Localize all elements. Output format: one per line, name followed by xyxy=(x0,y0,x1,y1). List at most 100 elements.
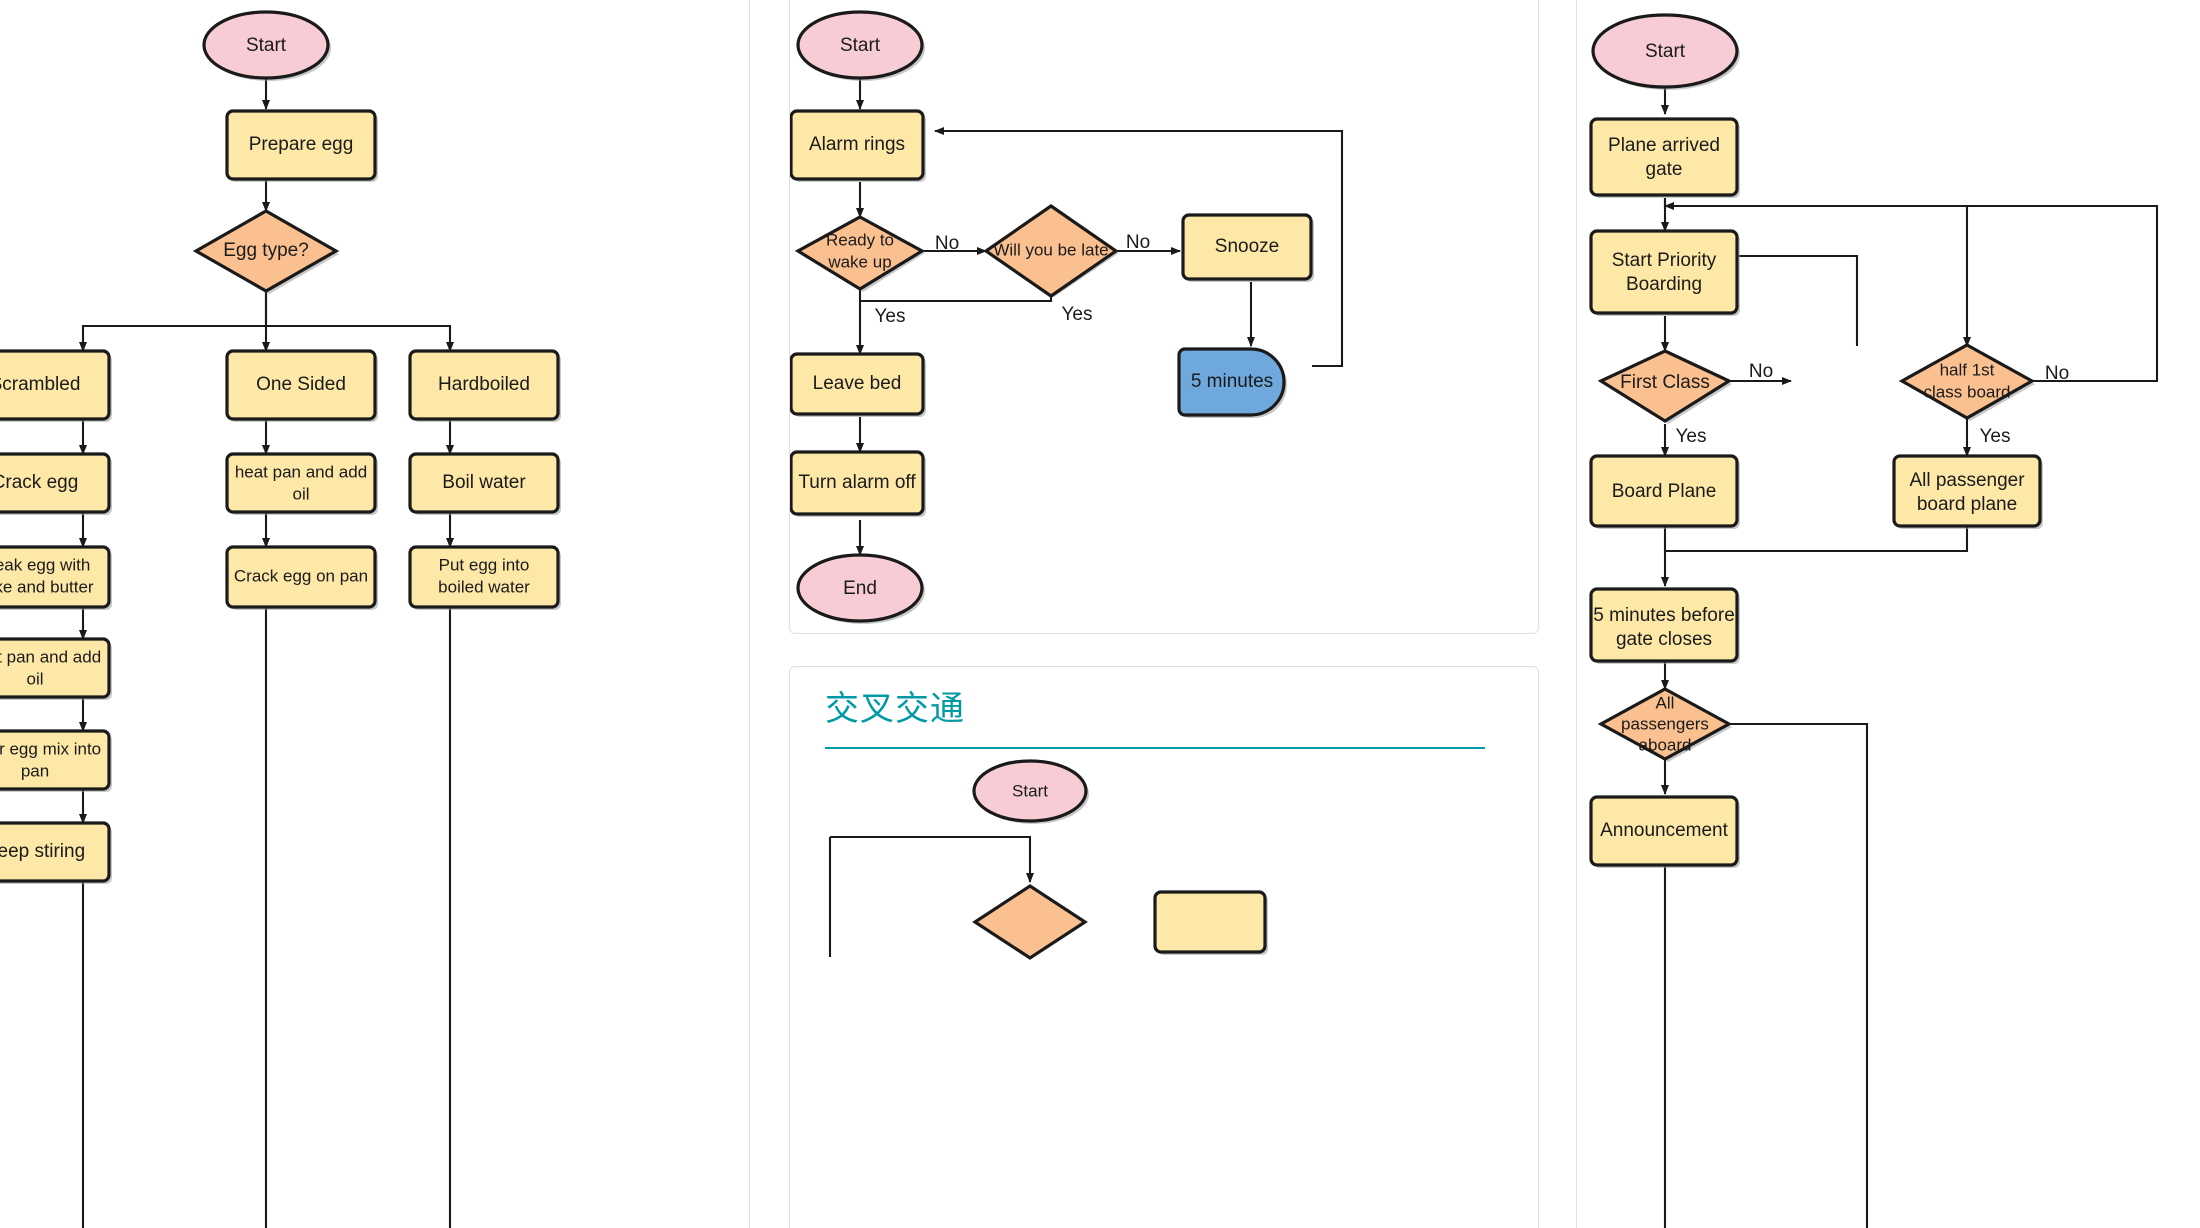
node-label: Alarm rings xyxy=(809,134,905,155)
node-label-line1: All passenger xyxy=(1909,470,2025,491)
edge-label-first-class-no: No xyxy=(1749,361,1773,382)
node-end[interactable]: End xyxy=(796,553,925,624)
node-label-line2: wake up xyxy=(827,252,891,271)
node-plane-arrived-gate[interactable]: Plane arrived gate xyxy=(1589,117,1740,198)
node-start[interactable]: Start xyxy=(972,759,1089,824)
node-5-minutes-before-gate-closes[interactable]: 5 minutes before gate closes xyxy=(1589,587,1740,664)
node-break-egg-mike-butter[interactable]: break egg with mike and butter xyxy=(0,545,112,610)
node-will-you-be-late-decision[interactable]: Will you be late xyxy=(983,204,1119,298)
wake-up-alarm-flowchart: Start Alarm rings Ready to wake up No Ye… xyxy=(790,10,1344,624)
node-egg-type-decision[interactable]: Egg type? xyxy=(192,209,340,294)
node-label-line2: gate xyxy=(1646,159,1683,180)
node-label-line1: 5 minutes before xyxy=(1593,605,1735,626)
node-keep-stiring[interactable]: Keep stiring xyxy=(0,821,112,884)
node-label: Prepare egg xyxy=(249,134,354,155)
node-label: Scrambled xyxy=(0,374,80,395)
node-label-line2: oil xyxy=(292,484,309,503)
edge-label-half-class-yes: Yes xyxy=(1980,426,2011,447)
edge-label-half-class-no: No xyxy=(2045,363,2069,384)
node-label: Crack egg on pan xyxy=(234,566,368,585)
flowchart-board: Start Prepare egg Egg type? Scrambled xyxy=(0,0,2200,1228)
node-all-passengers-aboard-decision[interactable]: All passengers aboard xyxy=(1597,687,1733,762)
node-label-line3: aboard xyxy=(1639,735,1692,754)
node-process-partial xyxy=(1153,890,1268,955)
node-heat-pan-add-oil-b[interactable]: heat pan and add oil xyxy=(0,637,112,700)
node-board-plane[interactable]: Board Plane xyxy=(1589,454,1740,529)
node-label-line1: All xyxy=(1656,693,1675,712)
node-ready-to-wake-up-decision[interactable]: Ready to wake up xyxy=(794,215,926,292)
crossing-card[interactable]: 交叉交通 Start xyxy=(789,666,1539,1228)
node-crack-egg[interactable]: Crack egg xyxy=(0,452,112,515)
node-decision-partial xyxy=(972,884,1088,960)
node-label: Announcement xyxy=(1600,820,1729,841)
node-label-line2: board plane xyxy=(1917,494,2017,515)
node-start-priority-boarding[interactable]: Start Priority Boarding xyxy=(1589,229,1740,316)
node-label-line2: class board xyxy=(1924,382,2011,401)
node-scrambled[interactable]: Scrambled xyxy=(0,349,112,422)
node-label: Boil water xyxy=(442,472,526,493)
node-label-line1: Ready to xyxy=(826,230,894,249)
edge-label-yes: Yes xyxy=(875,306,906,327)
node-label: Start xyxy=(1012,781,1048,800)
node-all-passenger-board-plane[interactable]: All passenger board plane xyxy=(1892,454,2043,529)
node-half-first-class-board-decision[interactable]: half 1st class board xyxy=(1898,343,2036,421)
node-label: Crack egg xyxy=(0,472,78,493)
node-label: Hardboiled xyxy=(438,374,530,395)
cross-traffic-flowchart: Start xyxy=(828,759,1268,960)
node-label-line2: passengers xyxy=(1621,714,1709,733)
node-label: Leave bed xyxy=(813,373,902,394)
node-label-line1: heat pan and add xyxy=(0,647,101,666)
edge-label-yes-2: Yes xyxy=(1062,304,1093,325)
node-one-sided[interactable]: One Sided xyxy=(225,349,378,422)
node-label: Board Plane xyxy=(1612,481,1717,502)
node-label-line1: Put egg into xyxy=(439,555,530,574)
node-label: 5 minutes xyxy=(1191,371,1273,392)
edge-label-first-class-yes: Yes xyxy=(1676,426,1707,447)
node-label: End xyxy=(843,578,877,599)
node-label: Keep stiring xyxy=(0,841,85,862)
node-put-egg-boiled-water[interactable]: Put egg into boiled water xyxy=(408,545,561,610)
node-label-line1: half 1st xyxy=(1940,360,1995,379)
node-label: Will you be late xyxy=(993,240,1108,259)
node-pour-egg-mix[interactable]: Pour egg mix into pan xyxy=(0,729,112,792)
node-label: Snooze xyxy=(1215,236,1279,257)
node-label-line1: heat pan and add xyxy=(235,462,367,481)
node-start[interactable]: Start xyxy=(1591,13,1740,90)
node-turn-alarm-off[interactable]: Turn alarm off xyxy=(790,450,926,517)
node-label: Egg type? xyxy=(223,240,309,261)
node-label: Start xyxy=(246,35,287,56)
node-label: Start xyxy=(1645,41,1686,62)
node-label: Turn alarm off xyxy=(798,472,916,493)
node-first-class-decision[interactable]: First Class xyxy=(1597,349,1733,424)
node-label-line2: boiled water xyxy=(438,577,530,596)
node-start[interactable]: Start xyxy=(202,10,331,81)
node-label: First Class xyxy=(1620,372,1710,393)
node-label-line2: mike and butter xyxy=(0,577,94,596)
node-snooze[interactable]: Snooze xyxy=(1181,213,1314,282)
node-label: One Sided xyxy=(256,374,346,395)
node-alarm-rings[interactable]: Alarm rings xyxy=(790,109,926,182)
node-leave-bed[interactable]: Leave bed xyxy=(790,352,926,417)
egg-card[interactable]: Start Prepare egg Egg type? Scrambled xyxy=(0,0,750,1228)
node-prepare-egg[interactable]: Prepare egg xyxy=(225,109,378,182)
node-label-line2: Boarding xyxy=(1626,274,1702,295)
edge-label-no: No xyxy=(935,233,959,254)
node-start[interactable]: Start xyxy=(796,10,925,81)
node-hardboiled[interactable]: Hardboiled xyxy=(408,349,561,422)
node-label: Start xyxy=(840,35,881,56)
node-label-line1: break egg with xyxy=(0,555,90,574)
node-label-line2: gate closes xyxy=(1616,629,1712,650)
node-label-line1: Start Priority xyxy=(1612,250,1717,271)
edge-label-no-2: No xyxy=(1126,232,1150,253)
node-crack-egg-on-pan[interactable]: Crack egg on pan xyxy=(225,545,378,610)
node-label-line1: Plane arrived xyxy=(1608,135,1720,156)
boarding-card[interactable]: Start Plane arrived gate Start Priority … xyxy=(1576,0,2200,1228)
node-announcement[interactable]: Announcement xyxy=(1589,795,1740,868)
alarm-card[interactable]: Start Alarm rings Ready to wake up No Ye… xyxy=(789,0,1539,634)
node-5-minutes-delay[interactable]: 5 minutes xyxy=(1177,347,1287,418)
node-label-line2: pan xyxy=(21,761,49,780)
node-boil-water[interactable]: Boil water xyxy=(408,452,561,515)
node-heat-pan-add-oil-a[interactable]: heat pan and add oil xyxy=(225,452,378,515)
node-label-line2: oil xyxy=(26,669,43,688)
plane-boarding-flowchart: Start Plane arrived gate Start Priority … xyxy=(1589,13,2159,1228)
